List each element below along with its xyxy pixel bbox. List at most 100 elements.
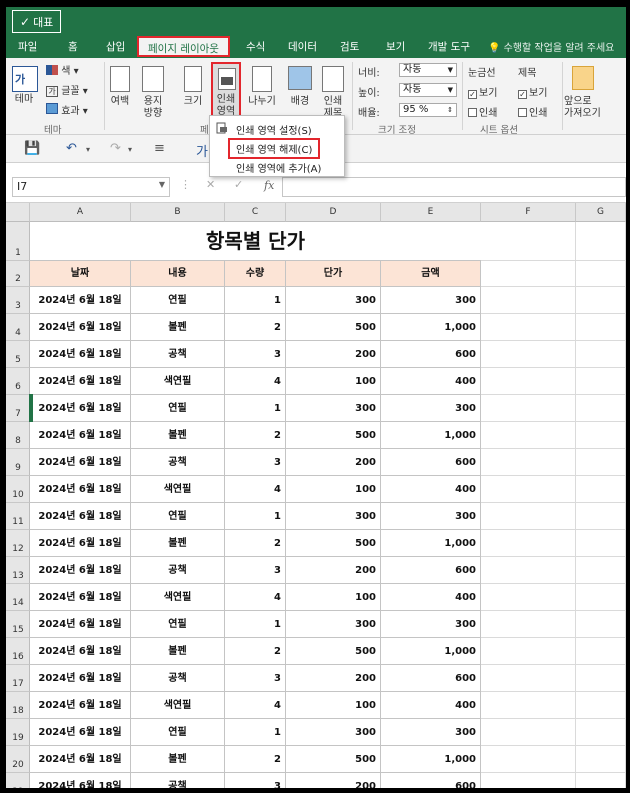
empty-cell[interactable] [576,611,626,638]
table-cell[interactable]: 600 [381,557,481,584]
row-header[interactable]: 8 [6,422,30,449]
table-cell[interactable]: 100 [286,476,381,503]
tab-data[interactable]: 데이터 [288,39,317,54]
table-cell[interactable]: 2024년 6월 18일 [30,773,131,788]
print-area-button[interactable]: 인쇄 영역 [211,62,241,122]
redo-icon[interactable]: ↷ [110,141,121,156]
table-cell[interactable]: 2 [225,746,286,773]
empty-cell[interactable] [576,395,626,422]
empty-cell[interactable] [576,287,626,314]
row-header[interactable]: 10 [6,476,30,503]
empty-cell[interactable] [576,222,626,261]
empty-cell[interactable] [576,638,626,665]
table-cell[interactable]: 400 [381,476,481,503]
empty-cell[interactable] [481,476,576,503]
empty-cell[interactable] [576,341,626,368]
table-cell[interactable]: 300 [286,719,381,746]
table-cell[interactable]: 100 [286,584,381,611]
row-header[interactable]: 4 [6,314,30,341]
column-header-b[interactable]: B [131,203,225,222]
insert-function-icon[interactable]: fx [264,179,274,192]
row-header[interactable]: 12 [6,530,30,557]
table-cell[interactable]: 공책 [131,341,225,368]
table-cell[interactable]: 400 [381,692,481,719]
table-cell[interactable]: 200 [286,665,381,692]
empty-cell[interactable] [576,584,626,611]
empty-cell[interactable] [576,557,626,584]
table-cell[interactable]: 공책 [131,665,225,692]
table-cell[interactable]: 3 [225,773,286,788]
formula-input[interactable] [282,177,626,197]
tell-me-search[interactable]: 💡 수행할 작업을 알려 주세요 [488,39,614,54]
table-cell[interactable]: 1,000 [381,746,481,773]
table-cell[interactable]: 1,000 [381,422,481,449]
table-cell[interactable]: 2024년 6월 18일 [30,314,131,341]
table-cell[interactable]: 2024년 6월 18일 [30,341,131,368]
sheet-tab[interactable]: ✓ 대표 [12,10,62,33]
table-cell[interactable]: 600 [381,341,481,368]
tab-file[interactable]: 파일 [18,39,37,54]
table-cell[interactable]: 1 [225,719,286,746]
column-header-g[interactable]: G [576,203,626,222]
table-cell[interactable]: 300 [381,395,481,422]
empty-cell[interactable] [576,422,626,449]
empty-cell[interactable] [576,476,626,503]
empty-cell[interactable] [481,530,576,557]
tab-home[interactable]: 홈 [68,39,78,54]
empty-cell[interactable] [481,665,576,692]
table-cell[interactable]: 200 [286,449,381,476]
table-cell[interactable]: 300 [286,287,381,314]
empty-cell[interactable] [481,503,576,530]
table-cell[interactable]: 색연필 [131,368,225,395]
row-header[interactable]: 1 [6,222,30,261]
table-cell[interactable]: 200 [286,557,381,584]
tab-formulas[interactable]: 수식 [246,39,265,54]
table-cell[interactable]: 4 [225,368,286,395]
row-header[interactable]: 21 [6,773,30,788]
empty-cell[interactable] [481,638,576,665]
headings-view-checkbox[interactable]: ✓ 보기 [518,84,547,99]
tab-page-layout[interactable]: 페이지 레이아웃 [137,36,230,57]
empty-cell[interactable] [481,222,576,261]
table-cell[interactable]: 연필 [131,287,225,314]
row-header[interactable]: 13 [6,557,30,584]
table-cell[interactable]: 색연필 [131,476,225,503]
row-header[interactable]: 18 [6,692,30,719]
table-cell[interactable]: 600 [381,773,481,788]
empty-cell[interactable] [576,719,626,746]
row-header[interactable]: 14 [6,584,30,611]
width-select[interactable]: 자동 ▼ [399,63,457,77]
menu-item-clear-print-area[interactable]: 인쇄 영역 해제(C) [228,138,321,159]
table-cell[interactable]: 2024년 6월 18일 [30,557,131,584]
row-header[interactable]: 16 [6,638,30,665]
row-header[interactable]: 15 [6,611,30,638]
table-cell[interactable]: 500 [286,746,381,773]
table-header-cell[interactable]: 금액 [381,261,481,287]
table-cell[interactable]: 1 [225,503,286,530]
column-header-c[interactable]: C [225,203,286,222]
table-cell[interactable]: 볼펜 [131,314,225,341]
table-cell[interactable]: 2 [225,422,286,449]
table-cell[interactable]: 2024년 6월 18일 [30,476,131,503]
table-cell[interactable]: 400 [381,584,481,611]
empty-cell[interactable] [481,719,576,746]
enter-icon[interactable]: ✓ [234,178,243,191]
table-cell[interactable]: 1 [225,611,286,638]
table-cell[interactable]: 2024년 6월 18일 [30,746,131,773]
table-cell[interactable]: 400 [381,368,481,395]
table-cell[interactable]: 연필 [131,719,225,746]
table-cell[interactable]: 2024년 6월 18일 [30,287,131,314]
table-header-cell[interactable]: 내용 [131,261,225,287]
table-cell[interactable]: 3 [225,341,286,368]
empty-cell[interactable] [481,584,576,611]
empty-cell[interactable] [576,530,626,557]
menu-item-set-print-area[interactable]: 인쇄 영역 설정(S) [236,122,312,137]
row-header[interactable]: 7 [6,395,30,422]
row-header[interactable]: 11 [6,503,30,530]
theme-fonts-button[interactable]: 가 글꼴 ▾ [46,82,88,97]
table-cell[interactable]: 공책 [131,449,225,476]
table-cell[interactable]: 4 [225,476,286,503]
row-header[interactable]: 2 [6,261,30,287]
row-header[interactable]: 17 [6,665,30,692]
column-header-a[interactable]: A [30,203,131,222]
